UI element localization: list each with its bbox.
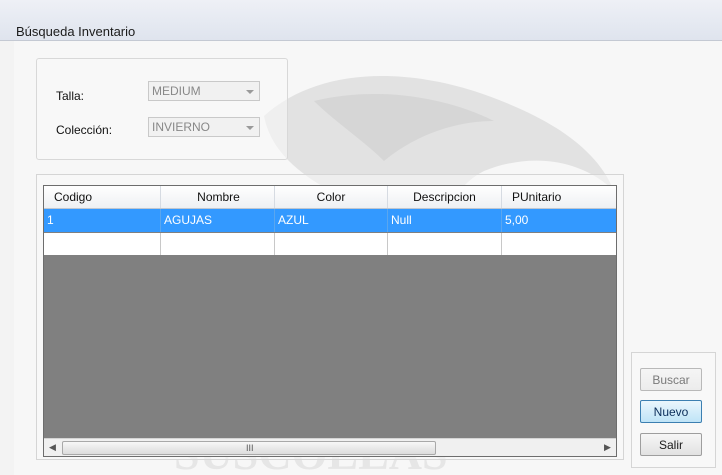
- title-bar[interactable]: Búsqueda Inventario: [0, 0, 722, 41]
- coleccion-value: INVIERNO: [152, 120, 211, 134]
- table-row-new[interactable]: [44, 233, 616, 255]
- chevron-down-icon: [246, 90, 254, 94]
- scroll-thumb[interactable]: III: [62, 441, 436, 455]
- column-header-color[interactable]: Color: [275, 186, 388, 208]
- filter-groupbox: Talla: MEDIUM Colección: INVIERNO: [36, 58, 288, 160]
- scroll-left-icon[interactable]: ◀: [44, 439, 61, 456]
- results-groupbox: Codigo Nombre Color Descripcion PUnitari…: [36, 174, 624, 460]
- talla-combobox[interactable]: MEDIUM: [148, 81, 260, 101]
- cell-color[interactable]: [275, 233, 388, 255]
- scroll-right-icon[interactable]: ▶: [599, 439, 616, 456]
- coleccion-label: Colección:: [56, 123, 113, 137]
- cell-descripcion[interactable]: [388, 233, 502, 255]
- cell-color[interactable]: AZUL: [275, 209, 388, 232]
- buscar-button[interactable]: Buscar: [640, 368, 702, 391]
- horizontal-scrollbar[interactable]: ◀ III ▶: [44, 438, 616, 456]
- column-header-codigo[interactable]: Codigo: [44, 186, 161, 208]
- actions-panel: Buscar Nuevo Salir: [631, 352, 716, 468]
- column-header-nombre[interactable]: Nombre: [161, 186, 275, 208]
- cell-nombre[interactable]: AGUJAS: [161, 209, 275, 232]
- window-title: Búsqueda Inventario: [16, 24, 136, 39]
- inventory-datagrid[interactable]: Codigo Nombre Color Descripcion PUnitari…: [43, 185, 617, 457]
- column-header-descripcion[interactable]: Descripcion: [388, 186, 502, 208]
- app-window: Búsqueda Inventario SUSCOLLAS Talla: MED…: [0, 0, 722, 475]
- window-client-area: SUSCOLLAS Talla: MEDIUM Colección: INVIE…: [14, 41, 722, 475]
- cell-nombre[interactable]: [161, 233, 275, 255]
- salir-button[interactable]: Salir: [640, 433, 702, 456]
- datagrid-header: Codigo Nombre Color Descripcion PUnitari…: [44, 186, 616, 209]
- talla-value: MEDIUM: [152, 84, 201, 98]
- nuevo-button[interactable]: Nuevo: [640, 400, 702, 423]
- coleccion-combobox[interactable]: INVIERNO: [148, 117, 260, 137]
- talla-label: Talla:: [56, 89, 85, 103]
- scroll-grip: III: [246, 443, 254, 453]
- cell-codigo[interactable]: 1: [44, 209, 161, 232]
- cell-punitario[interactable]: [502, 233, 616, 255]
- cell-punitario[interactable]: 5,00: [502, 209, 616, 232]
- column-header-punitario[interactable]: PUnitario: [502, 186, 616, 208]
- table-row-selected[interactable]: 1 AGUJAS AZUL Null 5,00: [44, 209, 616, 232]
- cell-descripcion[interactable]: Null: [388, 209, 502, 232]
- cell-codigo[interactable]: [44, 233, 161, 255]
- chevron-down-icon: [246, 126, 254, 130]
